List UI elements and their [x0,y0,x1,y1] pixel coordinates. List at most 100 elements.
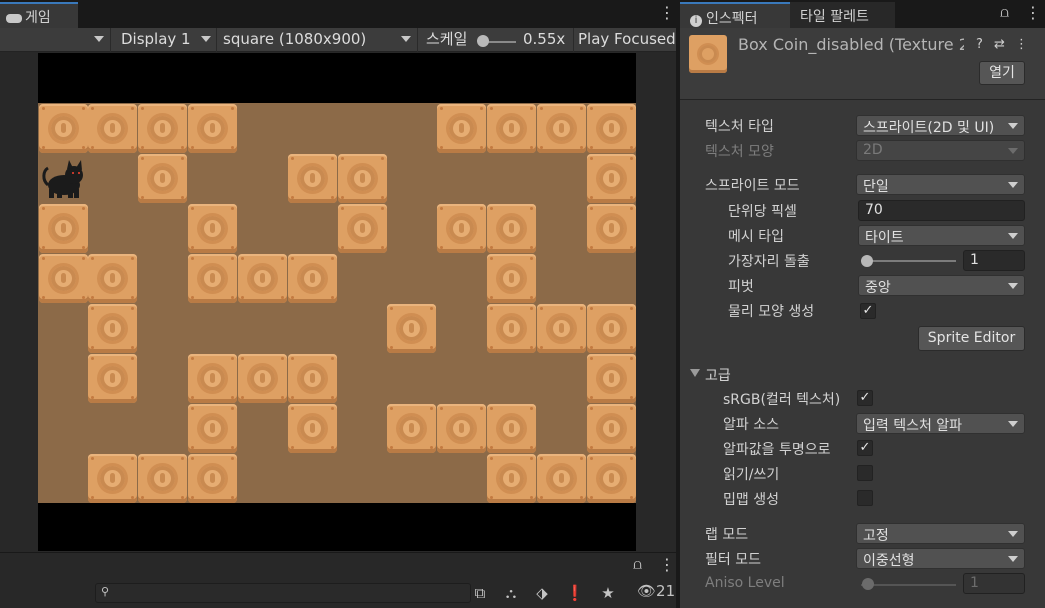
rivet-icon [231,106,234,110]
advanced-foldout-label[interactable]: 고급 [705,365,731,385]
rivet-icon [490,306,493,310]
extrude-slider-track[interactable] [863,260,956,262]
hidden-packages-toggle[interactable]: 👁21 [637,582,675,600]
rivet-icon [490,206,493,210]
lock-icon[interactable]: ⩍ [633,557,642,573]
project-search-input[interactable]: ⚲ [95,583,471,603]
wrap-mode-dropdown[interactable]: 고정 [856,523,1025,544]
rivet-icon [390,345,394,349]
sprite-editor-button[interactable]: Sprite Editor [918,326,1025,351]
rivet-icon [530,406,533,410]
rivet-icon [330,395,334,399]
rivet-icon [91,356,95,360]
filter-by-label-icon[interactable]: ⬗ [531,582,553,604]
sprite-mode-dropdown[interactable]: 단일 [856,174,1025,195]
filter-by-type-icon[interactable]: ⛬ [500,582,522,604]
lock-icon[interactable]: ⩍ [1000,5,1009,21]
coin-box-tile [287,153,337,203]
read-write-label: 읽기/쓰기 [723,467,780,483]
tab-game[interactable]: 게임 [0,2,78,28]
coin-box-tile [88,103,138,153]
alpha-transparency-checkbox[interactable]: ✓ [857,440,873,456]
tab-tile-palette[interactable]: 타일 팔레트 [790,2,895,28]
coin-box-tile [88,253,138,303]
eye-icon: 👁 [637,582,657,600]
ppu-label: 단위당 픽셀 [728,204,797,220]
read-write-checkbox[interactable] [857,465,873,481]
tab-inspector[interactable]: i 인스펙터 [680,2,790,28]
rivet-icon [340,245,344,249]
inspector-tab-bar: i 인스펙터 타일 팔레트 ⩍ ⋮ [680,0,1045,28]
rivet-icon [91,145,95,149]
srgb-checkbox[interactable]: ✓ [857,390,873,406]
coin-box-tile [287,353,337,403]
project-more-icon[interactable]: ⋮ [659,557,675,573]
ppu-input[interactable]: 70 [858,200,1025,221]
presets-icon[interactable]: ⇄ [994,37,1005,52]
rivet-icon [530,206,533,210]
rivet-icon [191,106,194,110]
rivet-icon [181,156,185,160]
mipmap-label: 밉맵 생성 [723,492,779,508]
asset-header: Box Coin_disabled (Texture 2D) ? ⇄ ⋮ 열기 [680,28,1045,100]
filter-mode-dropdown[interactable]: 이중선형 [856,548,1025,569]
rivet-icon [131,295,135,299]
header-more-icon[interactable]: ⋮ [1015,37,1028,52]
alpha-source-dropdown[interactable]: 입력 텍스처 알파 [856,413,1025,434]
open-button[interactable]: 열기 [979,61,1025,85]
inspector-more-icon[interactable]: ⋮ [1025,5,1041,21]
coin-box-tile [536,453,586,503]
play-mode-dropdown[interactable]: Play Focused [574,28,676,52]
rivet-icon [380,195,384,199]
game-more-icon[interactable]: ⋮ [659,5,675,21]
mipmap-checkbox[interactable] [857,490,873,506]
coin-box-tile [586,453,636,503]
rivet-icon [290,356,294,360]
extrude-input[interactable]: 1 [963,250,1025,271]
favorite-star-icon[interactable]: ★ [597,582,619,604]
search-by-type-icon[interactable]: ⧉ [469,582,491,604]
scale-control[interactable]: 스케일 0.55x [418,28,574,52]
scale-slider-handle[interactable] [477,35,489,47]
texture-shape-label: 텍스처 모양 [705,144,774,160]
rivet-icon [240,295,244,299]
hidden-count: 21 [656,582,676,600]
rivet-icon [539,145,543,149]
tab-inspector-label: 인스펙터 [706,11,758,27]
rivet-icon [629,206,633,210]
rivet-icon [629,456,633,460]
foldout-triangle-icon[interactable] [690,369,700,377]
extrude-slider-handle[interactable] [861,255,873,267]
coin-box-tile [337,153,387,203]
console-warning-icon[interactable]: ❗ [564,582,586,604]
rivet-icon [330,195,334,199]
rivet-icon [41,256,45,260]
game-view-dropdown[interactable] [0,28,111,52]
coin-box-tile [586,203,636,253]
rivet-icon [629,445,633,449]
display-dropdown[interactable]: Display 1 [111,28,217,52]
texture-type-dropdown[interactable]: 스프라이트(2D 및 UI) [856,115,1025,136]
rivet-icon [629,356,633,360]
help-icon[interactable]: ? [976,37,983,52]
wrap-mode-value: 고정 [863,528,889,544]
rivet-icon [539,106,543,110]
rivet-icon [231,356,234,360]
game-view[interactable] [38,53,636,551]
rivet-icon [191,356,194,360]
coin-box-tile [586,353,636,403]
pivot-dropdown[interactable]: 중앙 [858,275,1025,296]
rivet-icon [41,145,45,149]
rivet-icon [430,306,434,310]
rivet-icon [191,456,194,460]
tab-game-label: 게임 [25,10,51,26]
rivet-icon [629,195,633,199]
coin-box-tile [487,453,536,503]
rivet-icon [41,106,45,110]
rivet-icon [539,495,543,499]
asset-name: Box Coin_disabled (Texture 2D) [738,35,964,54]
physics-shape-checkbox[interactable]: ✓ [860,303,876,319]
mesh-type-dropdown[interactable]: 타이트 [858,225,1025,246]
aspect-dropdown[interactable]: square (1080x900) [217,28,418,52]
rivet-icon [231,495,234,499]
